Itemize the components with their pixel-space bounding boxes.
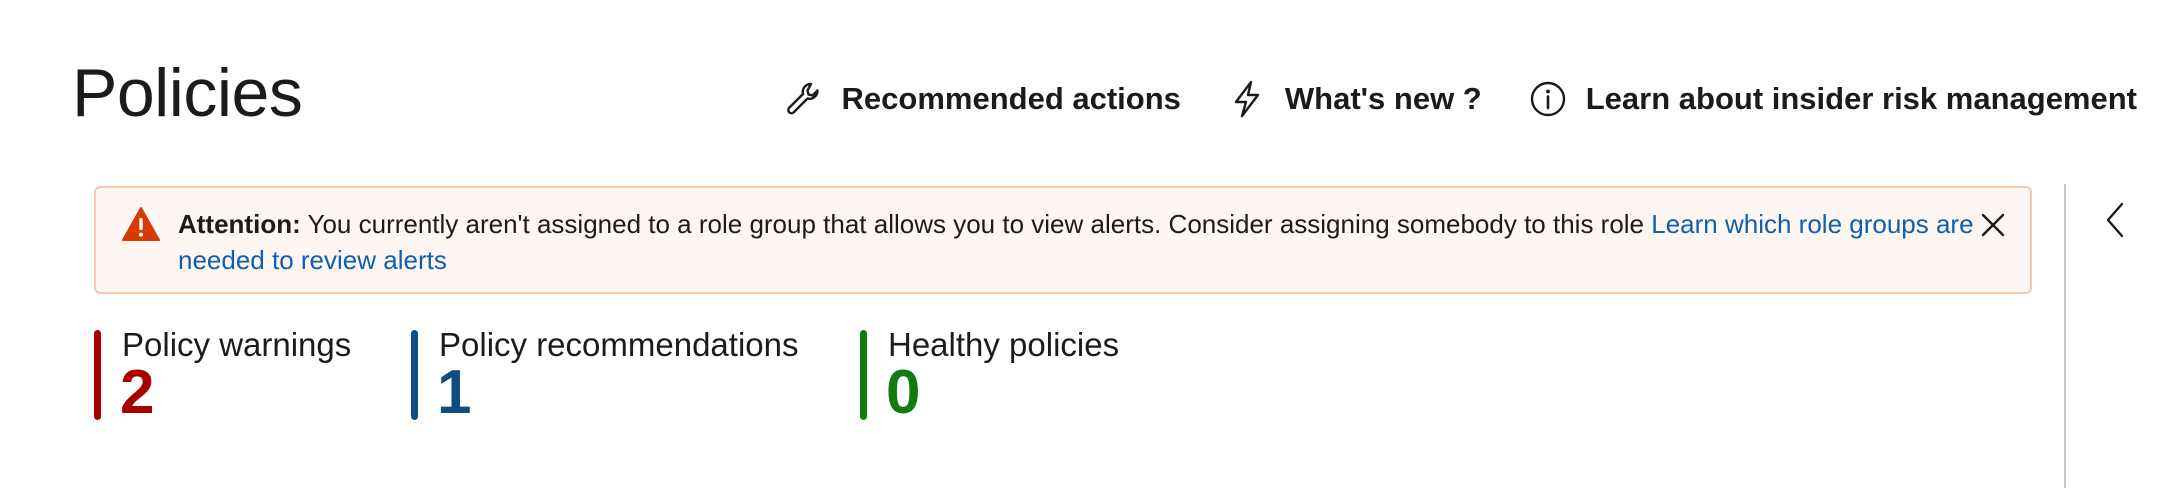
warning-icon: [122, 207, 160, 241]
stat-policy-recommendations[interactable]: Policy recommendations 1: [411, 326, 831, 424]
stat-warnings-value: 2: [120, 358, 155, 427]
info-icon: [1530, 81, 1565, 117]
side-panel-divider: [2064, 184, 2066, 488]
whats-new-button[interactable]: What's new ?: [1227, 79, 1482, 119]
stat-policy-warnings[interactable]: Policy warnings 2: [94, 326, 414, 424]
stat-healthy-policies[interactable]: Healthy policies 0: [860, 326, 1160, 424]
learn-insider-risk-link[interactable]: Learn about insider risk management: [1528, 79, 2137, 119]
banner-title: Attention:: [178, 209, 301, 239]
stat-healthy-label: Healthy policies: [888, 326, 1120, 363]
stat-recommendations-label: Policy recommendations: [439, 326, 799, 363]
attention-banner: Attention: You currently aren't assigned…: [94, 186, 2032, 294]
banner-body: You currently aren't assigned to a role …: [300, 209, 1652, 239]
close-icon[interactable]: [1978, 210, 2008, 240]
stat-recommendations-bar: [411, 330, 418, 420]
learn-insider-risk-label: Learn about insider risk management: [1585, 81, 2137, 116]
stat-healthy-value: 0: [886, 358, 921, 427]
chevron-left-icon[interactable]: [2100, 200, 2130, 240]
header-actions: Recommended actions What's new ? Learn a…: [738, 74, 2137, 124]
wrench-icon: [786, 82, 819, 115]
recommended-actions-button[interactable]: Recommended actions: [784, 79, 1181, 119]
banner-message: Attention: You currently aren't assigned…: [178, 206, 1978, 278]
page-title: Policies: [72, 55, 303, 131]
stat-warnings-label: Policy warnings: [122, 326, 352, 363]
stat-recommendations-value: 1: [437, 358, 472, 427]
recommended-actions-label: Recommended actions: [841, 81, 1181, 116]
stat-warnings-bar: [94, 330, 101, 420]
stat-healthy-bar: [860, 330, 867, 420]
whats-new-label: What's new ?: [1284, 81, 1482, 116]
lightning-icon: [1234, 80, 1260, 118]
